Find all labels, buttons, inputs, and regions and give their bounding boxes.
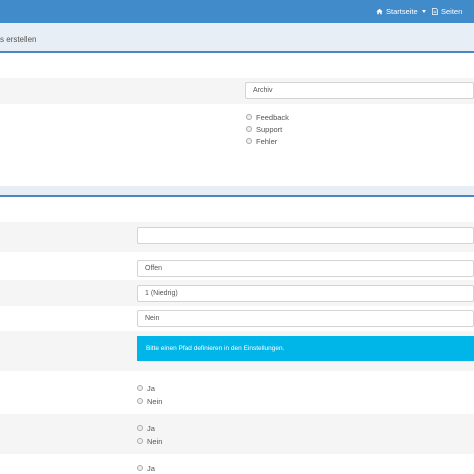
radio-circle[interactable] xyxy=(137,385,143,391)
radio-circle[interactable] xyxy=(137,438,143,444)
info-alert: Bitte einen Pfad definieren in den Einst… xyxy=(137,336,474,361)
radio-label: Nein xyxy=(147,436,163,446)
radio-circle[interactable] xyxy=(246,114,252,120)
option-select[interactable]: Nein xyxy=(137,310,474,327)
radio-circle[interactable] xyxy=(246,138,252,144)
radio-circle[interactable] xyxy=(137,425,143,431)
top-navbar: Startseite Seiten xyxy=(0,0,474,23)
radio-label: Fehler xyxy=(256,136,278,146)
panel-title: s erstellen xyxy=(0,35,37,44)
radio-circle[interactable] xyxy=(137,465,143,471)
panel-heading-create: s erstellen xyxy=(0,23,474,53)
radio-circle[interactable] xyxy=(246,126,252,132)
caret-down-icon xyxy=(421,10,426,13)
radio-label: Feedback xyxy=(256,112,289,122)
radio-label: Ja xyxy=(147,383,155,393)
priority-select[interactable]: 1 (Niedrig) xyxy=(137,285,474,302)
radio-fehler[interactable]: Fehler xyxy=(246,136,277,146)
nav-startseite-label: Startseite xyxy=(386,7,418,16)
nav-seiten-label: Seiten xyxy=(441,7,463,16)
nav-seiten-link[interactable]: Seiten xyxy=(432,0,462,23)
status-select[interactable]: Offen xyxy=(137,260,474,277)
document-icon xyxy=(432,8,438,15)
text-input[interactable] xyxy=(137,227,474,244)
radio-group1-nein[interactable]: Nein xyxy=(137,396,162,406)
form-row-group2 xyxy=(0,414,474,454)
radio-group2-nein[interactable]: Nein xyxy=(137,436,162,446)
radio-label: Support xyxy=(256,124,283,134)
radio-group2-ja[interactable]: Ja xyxy=(137,423,155,433)
radio-group3-ja[interactable]: Ja xyxy=(137,463,155,473)
form-row-type xyxy=(0,104,474,160)
radio-support[interactable]: Support xyxy=(246,124,282,134)
radio-label: Ja xyxy=(147,463,155,473)
radio-group1-ja[interactable]: Ja xyxy=(137,383,155,393)
panel-heading-details xyxy=(0,186,474,197)
radio-label: Ja xyxy=(147,423,155,433)
radio-feedback[interactable]: Feedback xyxy=(246,112,289,122)
radio-circle[interactable] xyxy=(137,398,143,404)
radio-label: Nein xyxy=(147,396,163,406)
nav-startseite-dropdown[interactable]: Startseite xyxy=(376,0,426,23)
home-icon xyxy=(376,8,383,15)
archive-select[interactable]: Archiv xyxy=(245,82,474,99)
